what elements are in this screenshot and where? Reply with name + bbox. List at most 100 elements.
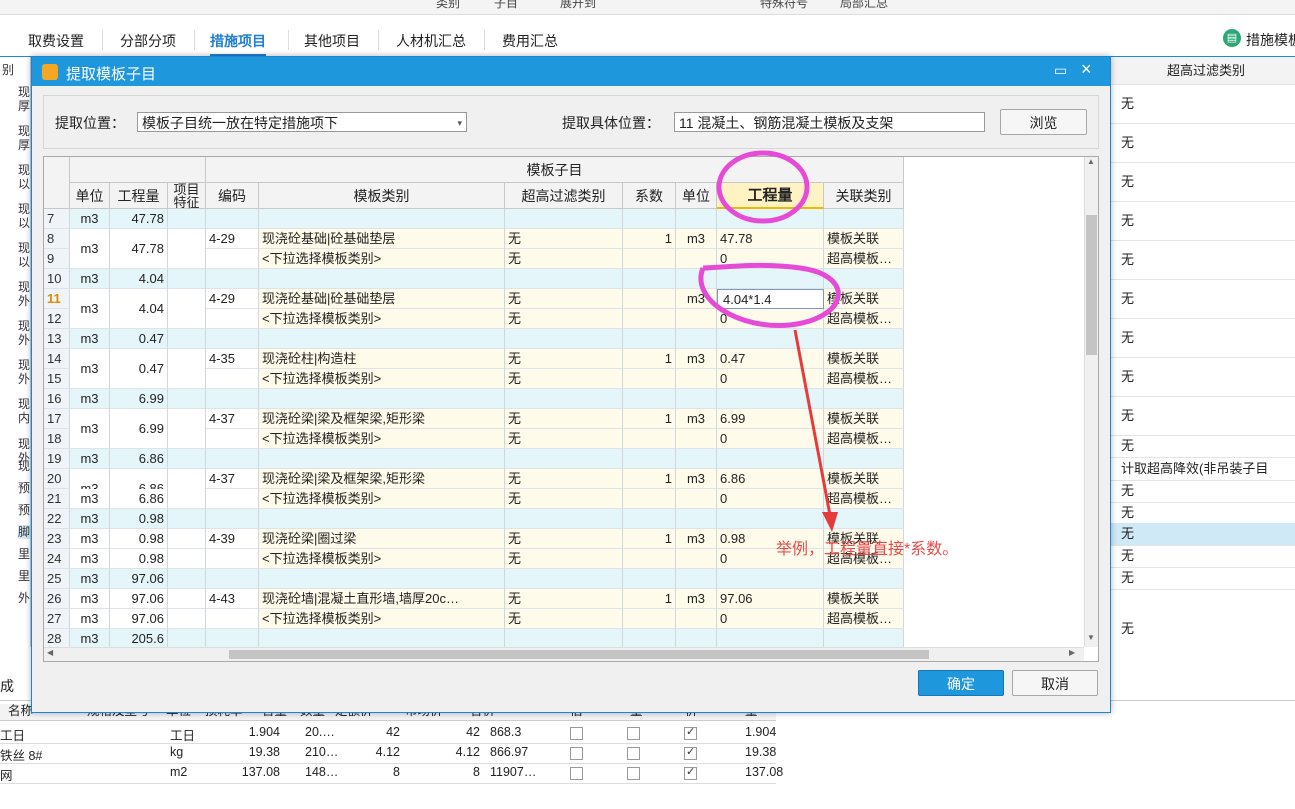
cell-unit[interactable]: m3 [70, 589, 110, 609]
cell-coef[interactable] [623, 309, 676, 329]
cell-type[interactable]: 现浇砼梁|圈过梁 [259, 529, 505, 549]
cell-qty2[interactable]: 0 [717, 549, 824, 569]
cell-code[interactable] [206, 369, 259, 389]
cell-filter[interactable]: 无 [505, 529, 623, 549]
toolbar-special-symbol[interactable]: 特殊符号 [760, 0, 808, 11]
grid-row[interactable]: 14 m3 0.47 4-35 现浇砼柱|构造柱无 1 m3 0.47 模板关联 [44, 349, 904, 389]
cell-qty2[interactable]: 0.47 [717, 349, 824, 369]
cell-rel[interactable]: 超高模板… [824, 609, 904, 629]
cell-code[interactable] [206, 549, 259, 569]
cell-rel[interactable]: 超高模板… [824, 489, 904, 509]
checkbox[interactable] [627, 767, 640, 780]
cell-filter[interactable]: 无 [505, 609, 623, 629]
grid-row[interactable]: 18 <下拉选择模板类别> 无 0 超高模板… [44, 429, 904, 449]
grid-row[interactable]: 9 <下拉选择模板类别> 无 0 超高模板… [44, 249, 904, 269]
tab-sections[interactable]: 分部分项 [120, 28, 176, 54]
cell-qty2[interactable]: 0 [717, 309, 824, 329]
cell-unit[interactable]: m3 [70, 489, 110, 509]
cell-coef[interactable]: 1 [623, 529, 676, 549]
tab-cost-summary[interactable]: 费用汇总 [502, 28, 558, 54]
cell-unit[interactable]: m3 [70, 629, 110, 649]
cell-code[interactable] [206, 429, 259, 449]
cell-qty[interactable]: 0.98 [110, 509, 168, 529]
cell-rel[interactable]: 超高模板… [824, 309, 904, 329]
cell-unit2[interactable]: m3 [676, 409, 717, 429]
grid-row[interactable]: 13 m3 0.47 [44, 329, 904, 349]
cell-filter[interactable]: 无 [505, 429, 623, 449]
cell-type[interactable]: <下拉选择模板类别> [259, 549, 505, 569]
cell-qty[interactable]: 97.06 [110, 609, 168, 629]
cell-unit2[interactable] [676, 309, 717, 329]
cell-qty2[interactable]: 6.99 [717, 409, 824, 429]
cell-filter[interactable]: 无 [505, 249, 623, 269]
toolbar-partial-summary[interactable]: 局部汇总 [840, 0, 888, 11]
horizontal-scrollbar[interactable]: ◀ ▶ [44, 647, 1084, 661]
grid-row[interactable]: 25 m3 97.06 [44, 569, 904, 589]
grid-row[interactable]: 21 m3 6.86 <下拉选择模板类别> 无 0 超高模板… [44, 489, 904, 509]
cell-unit2[interactable]: m3 [676, 349, 717, 369]
cell-feat[interactable] [168, 529, 206, 549]
cell-qty[interactable]: 6.99 [110, 389, 168, 409]
cell-filter[interactable]: 无 [505, 589, 623, 609]
tab-measures[interactable]: 措施项目 [210, 28, 266, 56]
cell-qty2[interactable]: 47.78 [717, 229, 824, 249]
cell-type[interactable]: 现浇砼柱|构造柱 [259, 349, 505, 369]
cell-rel[interactable]: 模板关联 [824, 469, 904, 489]
grid-row[interactable]: 10 m3 4.04 [44, 269, 904, 289]
browse-button[interactable]: 浏览 [1000, 109, 1087, 135]
cell-coef[interactable] [623, 369, 676, 389]
toolbar-category[interactable]: 类别 [436, 0, 460, 11]
cell-filter[interactable]: 无 [505, 309, 623, 329]
cell-rel[interactable]: 模板关联 [824, 229, 904, 249]
cell-type[interactable]: 现浇砼梁|梁及框架梁,矩形梁 [259, 409, 505, 429]
cell-coef[interactable] [623, 429, 676, 449]
cell-feat[interactable] [168, 489, 206, 509]
cell-type[interactable]: 现浇砼梁|梁及框架梁,矩形梁 [259, 469, 505, 489]
cell-filter[interactable]: 无 [505, 489, 623, 509]
cell-coef[interactable] [623, 289, 676, 309]
cell-unit2[interactable]: m3 [676, 529, 717, 549]
cell-unit2[interactable] [676, 429, 717, 449]
grid-row[interactable]: 24 m3 0.98 <下拉选择模板类别> 无 0 超高模板… [44, 549, 904, 569]
grid-row[interactable]: 17 m3 6.99 4-37 现浇砼梁|梁及框架梁,矩形梁无 1 m3 6.99 模板关联 [44, 409, 904, 449]
grid-row[interactable]: 23 m3 0.98 4-39 现浇砼梁|圈过梁无 1 m3 0.98 模板关联 [44, 529, 904, 549]
cell-coef[interactable] [623, 249, 676, 269]
grid-row[interactable]: 8 m3 47.78 4-29 现浇砼基础|砼基础垫层无 1 m3 47.78 模板关联 [44, 229, 904, 269]
cell-unit2[interactable] [676, 549, 717, 569]
cell-unit[interactable]: m3 [70, 609, 110, 629]
checkbox[interactable] [684, 725, 697, 740]
cell-type[interactable]: <下拉选择模板类别> [259, 309, 505, 329]
cell-unit[interactable]: m3 [70, 569, 110, 589]
cell-rel[interactable]: 超高模板… [824, 429, 904, 449]
checkbox[interactable] [570, 727, 583, 740]
close-icon[interactable]: × [1081, 59, 1092, 80]
cell-unit[interactable]: m3 [70, 209, 110, 229]
grid-row[interactable]: 16 m3 6.99 [44, 389, 904, 409]
cell-unit[interactable]: m3 [70, 329, 110, 349]
cell-rel[interactable]: 超高模板… [824, 549, 904, 569]
cell-unit[interactable]: m3 [70, 389, 110, 409]
cell-qty[interactable]: 0.47 [110, 329, 168, 349]
cell-qty[interactable]: 97.06 [110, 589, 168, 609]
cell-feat[interactable] [168, 609, 206, 629]
cell-filter[interactable]: 无 [505, 229, 623, 249]
tab-fee-settings[interactable]: 取费设置 [28, 28, 84, 54]
ok-button[interactable]: 确定 [918, 670, 1004, 696]
cell-qty2[interactable]: 0 [717, 249, 824, 269]
cell-coef[interactable]: 1 [623, 349, 676, 369]
cell-code[interactable]: 4-35 [206, 349, 259, 369]
checkbox[interactable] [684, 765, 697, 780]
cell-feat[interactable] [168, 589, 206, 609]
cell-code[interactable] [206, 309, 259, 329]
cell-unit[interactable]: m3 [70, 529, 110, 549]
cell-code[interactable]: 4-37 [206, 409, 259, 429]
location-select[interactable]: 模板子目统一放在特定措施项下 ▾ [137, 112, 467, 132]
cell-unit2[interactable]: m3 [676, 469, 717, 489]
cell-coef[interactable]: 1 [623, 469, 676, 489]
cell-filter[interactable]: 无 [505, 549, 623, 569]
specific-position-field[interactable]: 11 混凝土、钢筋混凝土模板及支架 [674, 112, 985, 132]
cell-filter[interactable]: 无 [505, 289, 623, 309]
grid-row[interactable]: 15 <下拉选择模板类别> 无 0 超高模板… [44, 369, 904, 389]
cell-qty[interactable]: 6.86 [110, 489, 168, 509]
maximize-icon[interactable]: ▭ [1054, 62, 1067, 79]
